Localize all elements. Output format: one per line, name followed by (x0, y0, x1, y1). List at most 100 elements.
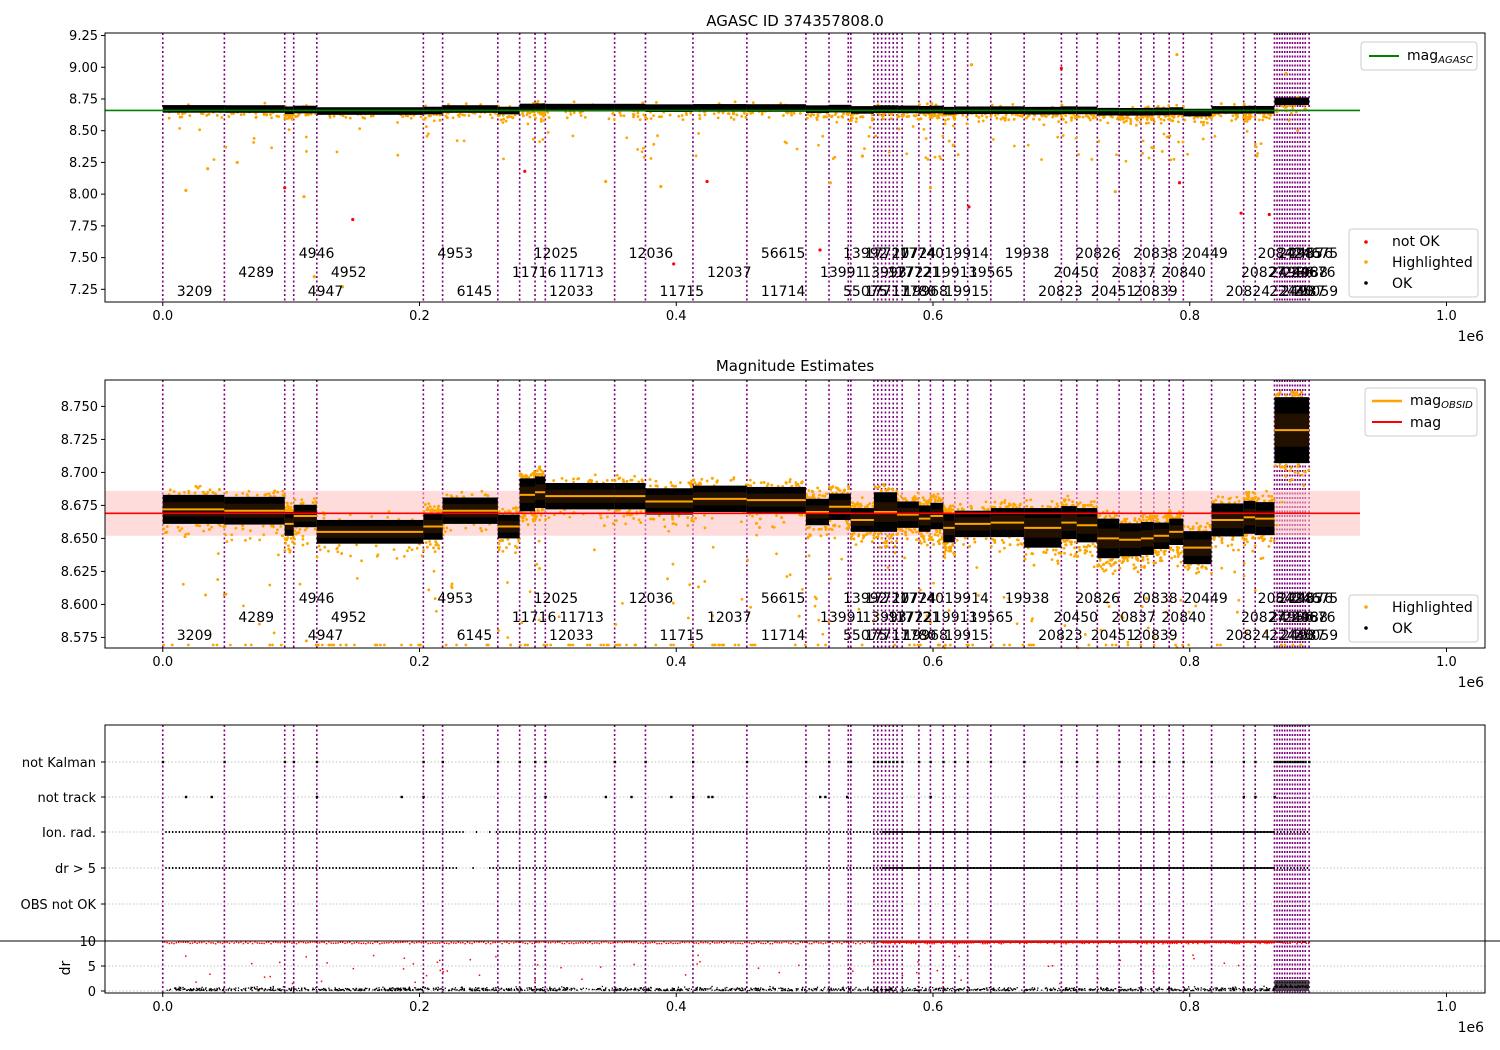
panel2-point-highlighted (1232, 548, 1235, 552)
panel3-dr-ok (515, 986, 517, 988)
panel1-ok-band (897, 105, 919, 114)
panel1-point-highlighted (854, 120, 858, 124)
panel3-dr-red (771, 942, 774, 945)
panel1-obsid-label: 11713 (559, 265, 604, 281)
panel2-point-highlighted-clipped (339, 643, 342, 647)
panel1-point-highlighted (532, 137, 535, 141)
panel3-flag-dr-gt-5 (836, 867, 838, 869)
panel3-flag-not-kalman (953, 760, 957, 764)
panel3-flag-dr-gt-5 (302, 867, 304, 869)
panel2-point-highlighted (1064, 539, 1068, 543)
panel2-point-highlighted (1069, 553, 1073, 556)
panel3-dr-red (642, 942, 644, 945)
panel2-point-highlighted (671, 562, 675, 566)
panel3-dr-red (279, 941, 282, 944)
panel2-point-highlighted (1212, 538, 1216, 541)
panel2-point-highlighted-clipped (733, 643, 737, 647)
panel1-point-highlighted (655, 101, 658, 104)
panel3-flag-dr-gt-5 (425, 867, 428, 869)
panel2-point-highlighted (1243, 543, 1247, 547)
panel3-flag-dr-gt-5 (432, 867, 434, 869)
panel2-point-highlighted (654, 479, 658, 483)
panel2-obsid-label: 12037 (707, 610, 752, 626)
panel2-obsid-label: 4953 (437, 591, 473, 607)
panel1-point-highlighted (732, 118, 736, 121)
panel3-flag-dr-gt-5 (1283, 867, 1285, 869)
panel3-dr-ok (178, 986, 180, 988)
panel3-flag-dr-gt-5 (665, 867, 668, 869)
panel3-flag-ion-rad (1290, 831, 1292, 833)
panel3-dr-red (806, 941, 808, 944)
panel1-obsid-label: 19968 (903, 284, 948, 300)
panel2-point-highlighted-clipped (549, 643, 553, 647)
panel2-point-highlighted (872, 536, 876, 540)
panel3-flag-ion-rad (405, 831, 408, 833)
panel1-point-highlighted (445, 116, 449, 120)
panel2-point-highlighted (262, 533, 266, 537)
panel1-point-highlighted (726, 112, 730, 115)
panel3-dr-red (554, 941, 557, 944)
panel1-point-highlighted (922, 128, 926, 131)
panel3-flag-ion-rad (872, 831, 875, 833)
panel3-flag-ion-rad (305, 831, 307, 833)
panel3-flag-dr-gt-5 (579, 867, 581, 869)
panel1-point-highlighted (1129, 122, 1133, 126)
panel1-point-highlighted (1245, 119, 1249, 123)
panel3-flag-dr-gt-5 (562, 867, 564, 869)
panel3-flag-ion-rad (505, 831, 508, 833)
panel2-point-highlighted (1269, 539, 1272, 543)
panel3-dr-red (233, 942, 235, 944)
panel3-dr-red (568, 942, 570, 945)
panel3-dr-red (831, 942, 834, 945)
panel1-point-highlighted (1232, 103, 1236, 106)
panel3-flag-ion-rad (188, 831, 191, 833)
panel3-dr-red (482, 941, 485, 943)
panel1-point-highlighted (1054, 114, 1058, 118)
panel2-point-highlighted (335, 546, 339, 550)
panel2-point-highlighted (533, 518, 537, 521)
panel1-point-highlighted (358, 127, 362, 131)
panel3-flag-dr-gt-5 (429, 867, 431, 869)
panel1-point-highlighted (1106, 121, 1110, 125)
panel3-flag-ion-rad (1276, 831, 1279, 833)
panel1-obsid-label: 3209 (177, 284, 213, 300)
panel3-flag-ion-rad (782, 831, 785, 833)
panel3-dr-red-scatter (1047, 965, 1050, 968)
panel1-point-highlighted (478, 115, 482, 119)
panel3-dr-red (739, 942, 741, 945)
panel3-dr-red (224, 941, 226, 944)
panel3-dr-red (982, 942, 984, 945)
panel1-point-highlighted (889, 117, 893, 121)
panel2-point-highlighted (770, 483, 774, 487)
panel2-point-highlighted (193, 491, 197, 495)
panel1-point-highlighted (1012, 117, 1016, 121)
panel2-point-highlighted (624, 522, 628, 526)
panel3-flag-not-kalman (989, 760, 993, 764)
panel3-flag-ion-rad (819, 831, 821, 833)
panel1-point-highlighted (887, 150, 891, 154)
panel3-flag-dr-gt-5 (555, 867, 558, 869)
panel1-point-highlighted (1205, 121, 1209, 125)
panel1-point-highlighted (419, 115, 423, 119)
panel3-flag-ion-rad (719, 831, 721, 833)
panel2-point-highlighted (247, 489, 251, 493)
panel2-point-highlighted (1288, 479, 1292, 483)
panel2-point-highlighted (936, 534, 940, 537)
panel2-point-highlighted (1163, 549, 1166, 553)
panel1-point-highlighted (924, 156, 928, 160)
panel3-flag-dr-gt-5 (442, 867, 444, 869)
panel3-flag-ion-rad (258, 831, 261, 833)
panel3-flag-dr-gt-5 (786, 867, 788, 869)
panel3-flag-dr-gt-5 (1293, 867, 1295, 869)
panel2-point-highlighted (700, 477, 704, 481)
panel3-flag-dr-gt-5 (779, 867, 781, 869)
panel2-ytick-label: 8.725 (61, 433, 98, 448)
panel3-flag-ion-rad (325, 831, 327, 833)
panel2-point-highlighted (1270, 498, 1274, 502)
panel2-point-highlighted (1052, 548, 1055, 552)
panel2-point-highlighted (970, 506, 974, 510)
panel3-dr-ok (903, 989, 905, 992)
panel3-dr-red (683, 941, 686, 944)
panel3-flag-ion-rad (225, 831, 227, 833)
panel3-flag-ion-rad (752, 831, 755, 833)
